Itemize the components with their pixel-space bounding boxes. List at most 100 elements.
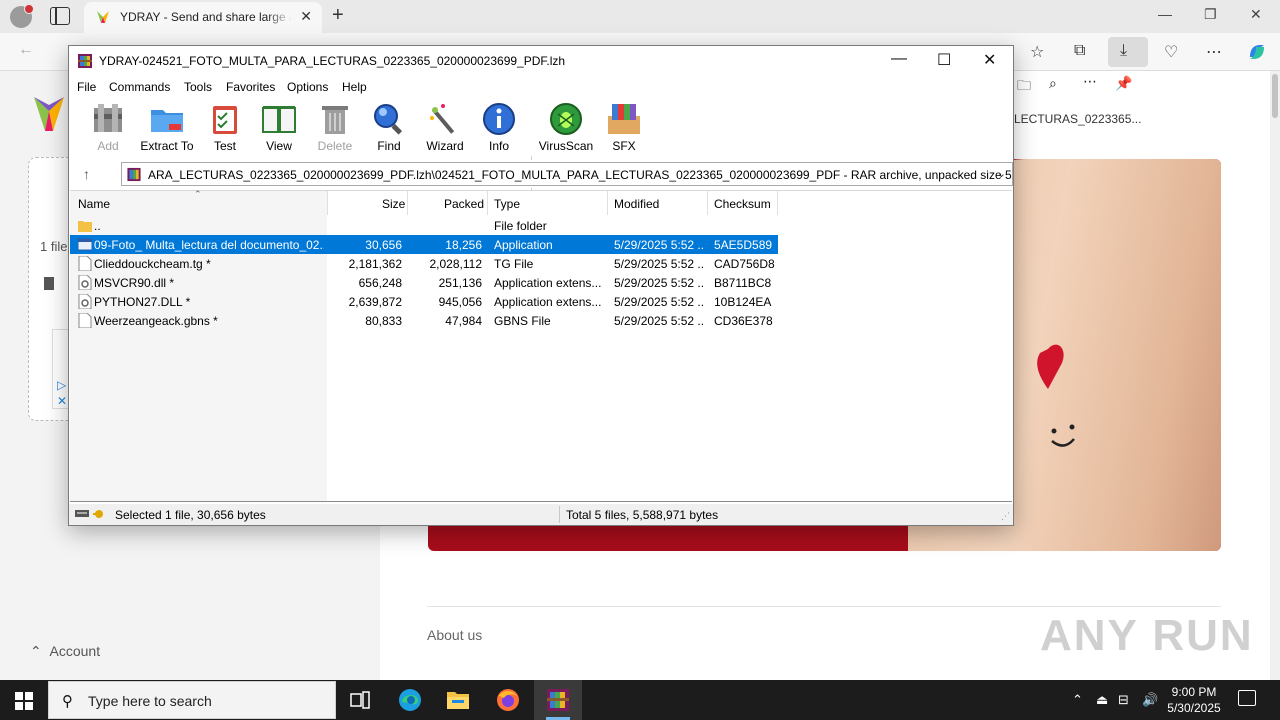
download-icon[interactable]: ⤓ (1120, 42, 1127, 60)
extract-to-icon (151, 110, 183, 132)
add-button[interactable]: Add (80, 102, 136, 158)
search-icon[interactable]: ⌕ (1049, 75, 1057, 92)
volume-icon[interactable]: 🔊 (1142, 692, 1158, 708)
task-view-button[interactable] (336, 680, 384, 720)
winrar-menubar: File Commands Tools Favorites Options He… (69, 76, 1013, 98)
extract-to-button[interactable]: Extract To (139, 102, 195, 158)
resize-grip-icon[interactable]: ⋰ (1001, 511, 1010, 522)
ad-choices-icon[interactable]: ▷ (57, 378, 66, 392)
menu-favorites[interactable]: Favorites (226, 80, 275, 94)
folder-icon[interactable]: 🗀 (1017, 75, 1031, 99)
ad-close-icon[interactable]: ✕ (57, 394, 67, 408)
taskbar-search-box[interactable]: ⚲ Type here to search (48, 681, 336, 719)
path-combobox[interactable]: ARA_LECTURAS_0223365_020000023699_PDF.lz… (121, 162, 1013, 186)
column-separator[interactable] (487, 191, 488, 215)
more-options-icon[interactable]: ⋯ (1206, 42, 1222, 62)
downloads-button[interactable] (1108, 37, 1148, 67)
winrar-close-icon[interactable]: ✕ (983, 50, 996, 70)
delete-icon (322, 106, 348, 134)
table-row[interactable]: .. File folder (70, 216, 778, 235)
notification-icon[interactable] (1238, 690, 1256, 706)
menu-file[interactable]: File (77, 80, 96, 94)
favorites-star-icon[interactable]: ☆ (1030, 42, 1044, 62)
table-row[interactable]: PYTHON27.DLL * 2,639,872 945,056 Applica… (70, 292, 778, 311)
collections-icon[interactable]: ⧉ (1074, 42, 1085, 60)
column-separator[interactable] (327, 191, 328, 215)
pin-icon[interactable]: 📌 (1115, 75, 1132, 92)
test-button[interactable]: Test (197, 102, 253, 158)
ydray-logo-icon (34, 97, 64, 131)
delete-button[interactable]: Delete (307, 102, 363, 158)
ydray-favicon-icon (97, 11, 109, 23)
test-icon (213, 106, 237, 134)
task-view-icon (350, 691, 370, 709)
browser-tab-active[interactable]: YDRAY - Send and share large ar ✕ (84, 2, 322, 33)
column-modified[interactable]: Modified (614, 197, 659, 211)
back-icon[interactable]: ← (18, 41, 34, 59)
menu-options[interactable]: Options (287, 80, 328, 94)
restore-icon[interactable]: ❐ (1204, 6, 1217, 23)
firefox-icon (497, 689, 519, 711)
new-tab-icon[interactable]: + (332, 4, 344, 27)
menu-commands[interactable]: Commands (109, 80, 170, 94)
sort-ascending-icon: ⌃ (194, 189, 202, 199)
winrar-taskbar-button[interactable] (534, 680, 582, 720)
sfx-button[interactable]: SFX (596, 102, 652, 158)
winrar-maximize-icon[interactable]: ☐ (937, 50, 951, 70)
menu-tools[interactable]: Tools (184, 80, 212, 94)
column-packed[interactable]: Packed (444, 197, 484, 211)
file-explorer-taskbar-button[interactable] (434, 680, 482, 720)
file-list-header: ⌃ Name Size Packed Type Modified Checksu… (70, 189, 1012, 215)
usb-device-icon[interactable]: ⏏ (1096, 692, 1108, 708)
wizard-button[interactable]: Wizard (417, 102, 473, 158)
windows-taskbar: ⚲ Type here to search ⌃ ⏏ ⊟ 🔊 9:00 PM 5/… (0, 680, 1280, 720)
column-size[interactable]: Size (382, 197, 405, 211)
profile-avatar-icon[interactable] (10, 4, 34, 28)
view-button[interactable]: View (251, 102, 307, 158)
page-scrollbar[interactable] (1270, 71, 1280, 680)
winrar-minimize-icon[interactable]: — (891, 50, 907, 68)
taskbar-clock[interactable]: 9:00 PM 5/30/2025 (1158, 684, 1230, 716)
virusscan-button[interactable]: VirusScan (538, 102, 594, 158)
find-button[interactable]: Find (361, 102, 417, 158)
dll-icon (78, 275, 92, 290)
chevron-up-icon[interactable]: ⌃ (1072, 692, 1083, 708)
winrar-taskbar-icon (547, 689, 569, 711)
firefox-taskbar-button[interactable] (484, 680, 532, 720)
table-row[interactable]: Clieddouckcheam.tg * 2,181,362 2,028,112… (70, 254, 778, 273)
table-row-selected[interactable]: 09-Foto_ Multa_lectura del documento_02.… (70, 235, 778, 254)
status-divider (559, 506, 560, 523)
column-checksum[interactable]: Checksum (714, 197, 771, 211)
copilot-icon[interactable] (1246, 41, 1268, 63)
up-folder-icon[interactable]: ↑ (83, 166, 90, 182)
file-icon (78, 313, 92, 328)
browser-essentials-icon[interactable]: ♡ (1164, 42, 1178, 62)
column-type[interactable]: Type (494, 197, 520, 211)
column-name[interactable]: Name (78, 197, 110, 211)
close-icon[interactable]: ✕ (1250, 6, 1262, 23)
tab-close-icon[interactable]: ✕ (300, 8, 312, 25)
anyrun-watermark: ANY RUN (1040, 611, 1254, 660)
dll-icon (78, 294, 92, 309)
view-icon (262, 106, 296, 133)
chevron-down-icon[interactable]: ⌄ (997, 167, 1006, 180)
add-icon (94, 104, 122, 132)
table-row[interactable]: Weerzeangeack.gbns * 80,833 47,984 GBNS … (70, 311, 778, 330)
menu-help[interactable]: Help (342, 80, 367, 94)
network-icon[interactable]: ⊟ (1118, 692, 1129, 708)
tab-actions-icon[interactable] (50, 7, 70, 25)
column-separator[interactable] (407, 191, 408, 215)
table-row[interactable]: MSVCR90.dll * 656,248 251,136 Applicatio… (70, 273, 778, 292)
column-separator[interactable] (777, 191, 778, 215)
info-button[interactable]: Info (471, 102, 527, 158)
winrar-titlebar[interactable]: YDRAY-024521_FOTO_MULTA_PARA_LECTURAS_02… (69, 46, 1013, 76)
account-toggle[interactable]: ⌃ Account (30, 643, 100, 660)
column-separator[interactable] (607, 191, 608, 215)
column-separator[interactable] (707, 191, 708, 215)
minimize-icon[interactable]: — (1158, 6, 1172, 22)
more-icon[interactable]: ⋯ (1083, 73, 1097, 90)
edge-taskbar-button[interactable] (386, 680, 434, 720)
windows-start-icon[interactable] (15, 692, 33, 710)
page-scrollbar-thumb[interactable] (1272, 74, 1278, 118)
about-us-link[interactable]: About us (427, 627, 482, 643)
